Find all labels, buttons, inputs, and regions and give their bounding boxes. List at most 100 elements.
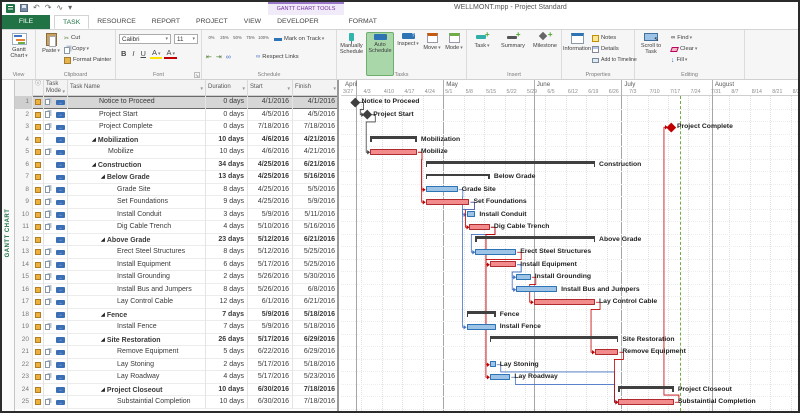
tab-view[interactable]: VIEW <box>236 15 269 29</box>
tab-format[interactable]: FORMAT <box>341 15 385 29</box>
inspect-button[interactable]: Inspect <box>396 32 420 47</box>
collapse-arrow-icon[interactable]: ◢ <box>101 337 105 343</box>
header-task-mode[interactable]: Task Mode▼ <box>44 80 68 96</box>
table-row-2[interactable]: 2Project Start0 days4/5/20164/5/2016 <box>15 109 339 122</box>
cell[interactable]: 20 <box>15 334 33 347</box>
gantt-bar[interactable] <box>467 211 476 217</box>
cell[interactable]: 34 days <box>206 159 248 172</box>
cell[interactable]: 7 <box>15 171 33 184</box>
table-row-18[interactable]: 18◢Fence7 days5/9/20165/18/2016 <box>15 309 339 322</box>
qat-customize-icon[interactable]: ▾ <box>68 3 72 13</box>
table-row-14[interactable]: 14Install Equipment6 days5/17/20165/25/2… <box>15 259 339 272</box>
cell[interactable] <box>33 246 44 259</box>
gantt-bar[interactable] <box>490 261 516 267</box>
cell[interactable]: Grade Site <box>68 184 206 197</box>
cell[interactable]: 0 days <box>206 96 248 109</box>
cell[interactable]: Project Complete <box>68 121 206 134</box>
mark-on-track-button[interactable]: Mark on Track <box>274 34 324 44</box>
gantt-bar[interactable] <box>426 186 458 192</box>
table-row-7[interactable]: 7◢Below Grade13 days4/25/20165/16/2016 <box>15 171 339 184</box>
cell[interactable] <box>33 221 44 234</box>
tab-file[interactable]: FILE <box>2 15 50 29</box>
redo-icon[interactable]: ↷ <box>45 3 52 13</box>
cell[interactable]: 6 <box>15 159 33 172</box>
scroll-to-task-button[interactable]: Scroll to Task <box>637 32 665 55</box>
cell[interactable]: 4/25/2016 <box>248 171 293 184</box>
cell[interactable]: 5/9/2016 <box>293 196 339 209</box>
cell[interactable]: 13 days <box>206 171 248 184</box>
cell[interactable]: Lay Stoning <box>68 359 206 372</box>
cell[interactable]: Substaintial Completion <box>68 396 206 409</box>
cell[interactable]: 5/10/2016 <box>248 221 293 234</box>
cell[interactable]: 4 <box>15 134 33 147</box>
pct-100-button[interactable]: 100% <box>257 36 270 40</box>
cell[interactable] <box>33 259 44 272</box>
gantt-summary-bar[interactable] <box>490 336 618 339</box>
gantt-bar[interactable] <box>516 286 557 292</box>
indent-icon[interactable]: ⇥ <box>216 53 222 61</box>
tab-resource[interactable]: RESOURCE <box>89 15 144 29</box>
cell[interactable]: 10 <box>15 209 33 222</box>
cell[interactable] <box>44 246 68 259</box>
cell[interactable]: Install Bus and Jumpers <box>68 284 206 297</box>
table-row-12[interactable]: 12◢Above Grade23 days5/12/20166/21/2016 <box>15 234 339 247</box>
cell[interactable] <box>33 271 44 284</box>
table-row-11[interactable]: 11Dig Cable Trench4 days5/10/20165/16/20… <box>15 221 339 234</box>
cell[interactable] <box>44 134 68 147</box>
cell[interactable]: 5/9/2016 <box>248 321 293 334</box>
cell[interactable] <box>44 121 68 134</box>
header-row-number[interactable] <box>15 80 33 96</box>
cell[interactable]: ◢Construction <box>68 159 206 172</box>
gantt-summary-bar[interactable] <box>426 174 490 177</box>
cell[interactable]: 4/5/2016 <box>248 109 293 122</box>
cell[interactable] <box>33 134 44 147</box>
table-row-20[interactable]: 20◢Site Restoration26 days5/17/20166/29/… <box>15 334 339 347</box>
cell[interactable]: 6/30/2016 <box>248 384 293 397</box>
cell[interactable]: 5/17/2016 <box>248 359 293 372</box>
cell[interactable] <box>44 271 68 284</box>
gantt-summary-bar[interactable] <box>475 236 595 239</box>
gantt-bar[interactable] <box>475 249 516 255</box>
cell[interactable]: 5/16/2016 <box>293 221 339 234</box>
cell[interactable] <box>44 171 68 184</box>
cell[interactable]: 4/25/2016 <box>248 159 293 172</box>
cell[interactable]: 24 <box>15 384 33 397</box>
table-row-5[interactable]: 5Mobilize10 days4/6/20164/21/2016 <box>15 146 339 159</box>
cell[interactable] <box>33 321 44 334</box>
font-family-select[interactable]: Calibri <box>119 34 171 44</box>
cell[interactable]: 8 <box>15 184 33 197</box>
bold-button[interactable]: B <box>119 49 128 58</box>
cell[interactable]: 5/12/2016 <box>248 246 293 259</box>
cell[interactable]: ◢Below Grade <box>68 171 206 184</box>
cell[interactable]: 8 days <box>206 246 248 259</box>
gantt-summary-bar[interactable] <box>467 311 496 314</box>
insert-milestone-button[interactable]: + Milestone <box>529 32 561 49</box>
cell[interactable] <box>44 296 68 309</box>
cell[interactable]: 8 days <box>206 284 248 297</box>
collapse-arrow-icon[interactable]: ◢ <box>92 137 96 143</box>
cell[interactable]: Erect Steel Structures <box>68 246 206 259</box>
header-start[interactable]: Start▼ <box>248 80 293 96</box>
pct-75-button[interactable]: 75% <box>244 36 257 40</box>
font-color-button[interactable]: A <box>164 48 177 59</box>
cell[interactable]: 4/1/2016 <box>248 96 293 109</box>
cell[interactable] <box>44 334 68 347</box>
cell[interactable]: ◢Mobilization <box>68 134 206 147</box>
cell[interactable]: 5/9/2016 <box>248 309 293 322</box>
cell[interactable]: 7/18/2016 <box>248 121 293 134</box>
cell[interactable] <box>33 296 44 309</box>
cell[interactable]: 6/1/2016 <box>248 296 293 309</box>
cell[interactable] <box>33 234 44 247</box>
cell[interactable] <box>33 171 44 184</box>
insert-summary-button[interactable]: + Summary <box>497 32 529 49</box>
cell[interactable] <box>44 321 68 334</box>
manually-schedule-button[interactable]: Manually Schedule <box>338 32 365 55</box>
collapse-arrow-icon[interactable]: ◢ <box>101 312 105 318</box>
cell[interactable]: 4/21/2016 <box>293 146 339 159</box>
cell[interactable] <box>44 384 68 397</box>
gantt-summary-bar[interactable] <box>426 161 595 164</box>
undo-icon[interactable]: ↶ <box>33 3 40 13</box>
cell[interactable]: ◢Site Restoration <box>68 334 206 347</box>
cell[interactable] <box>33 184 44 197</box>
table-row-21[interactable]: 21Remove Equipment5 days6/22/20166/29/20… <box>15 346 339 359</box>
